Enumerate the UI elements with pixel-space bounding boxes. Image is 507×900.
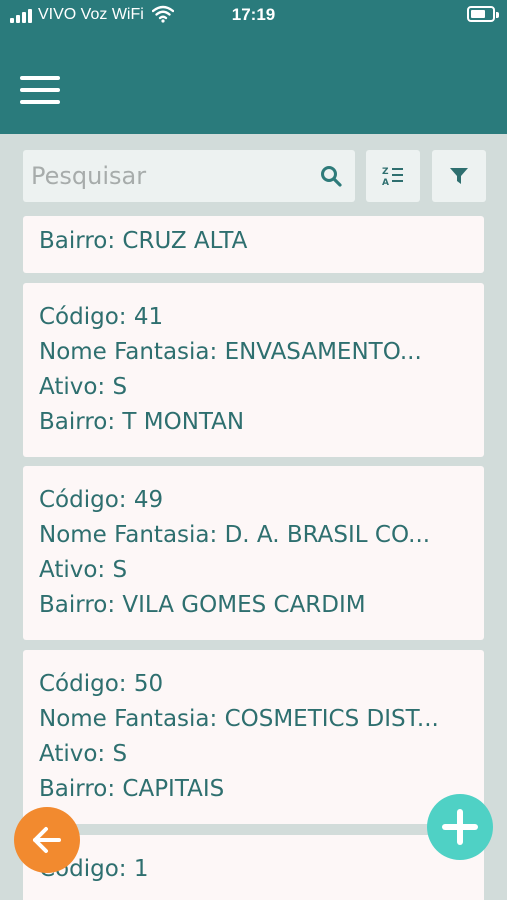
ativo-label: Ativo: S (39, 374, 128, 400)
plus-icon (442, 809, 478, 845)
codigo-label: Código: 1 (39, 856, 149, 882)
client-list[interactable]: Bairro: CRUZ ALTA Código: 41 Nome Fantas… (0, 214, 507, 900)
battery-icon (467, 6, 499, 22)
codigo-label: Código: 41 (39, 304, 164, 330)
back-button[interactable] (14, 807, 80, 873)
ativo-label: Ativo: S (39, 741, 128, 767)
bairro-label: Bairro: VILA GOMES CARDIM (39, 592, 366, 618)
hamburger-menu-icon[interactable] (18, 74, 62, 106)
list-item[interactable]: Código: 1 (23, 835, 484, 900)
add-button[interactable] (427, 794, 493, 860)
bairro-label: Bairro: T MONTAN (39, 409, 245, 435)
sort-button[interactable]: Z A (366, 150, 420, 202)
search-toolbar: Z A (0, 134, 507, 214)
ativo-label: Ativo: S (39, 557, 128, 583)
search-icon[interactable] (319, 164, 343, 188)
filter-button[interactable] (432, 150, 486, 202)
arrow-left-icon (33, 827, 61, 853)
status-bar: VIVO Voz WiFi 17:19 (0, 0, 507, 30)
list-item[interactable]: Bairro: CRUZ ALTA (23, 216, 484, 273)
list-item[interactable]: Código: 49 Nome Fantasia: D. A. BRASIL C… (23, 466, 484, 640)
app-bar (0, 30, 507, 134)
list-item[interactable]: Código: 50 Nome Fantasia: COSMETICS DIST… (23, 650, 484, 824)
codigo-label: Código: 49 (39, 487, 164, 513)
search-box (23, 150, 355, 202)
sort-az-icon: Z A (382, 167, 403, 188)
search-input[interactable] (23, 150, 313, 202)
bairro-label: Bairro: CRUZ ALTA (39, 228, 248, 254)
svg-text:Z: Z (382, 167, 389, 177)
nome-fantasia-label: Nome Fantasia: ENVASAMENTO... (39, 339, 422, 365)
nome-fantasia-label: Nome Fantasia: D. A. BRASIL CO... (39, 522, 431, 548)
bairro-label: Bairro: CAPITAIS (39, 776, 225, 802)
list-item[interactable]: Código: 41 Nome Fantasia: ENVASAMENTO...… (23, 283, 484, 457)
codigo-label: Código: 50 (39, 671, 164, 697)
svg-text:A: A (382, 178, 389, 188)
nome-fantasia-label: Nome Fantasia: COSMETICS DIST... (39, 706, 439, 732)
filter-funnel-icon (450, 168, 468, 184)
status-time: 17:19 (231, 5, 276, 24)
